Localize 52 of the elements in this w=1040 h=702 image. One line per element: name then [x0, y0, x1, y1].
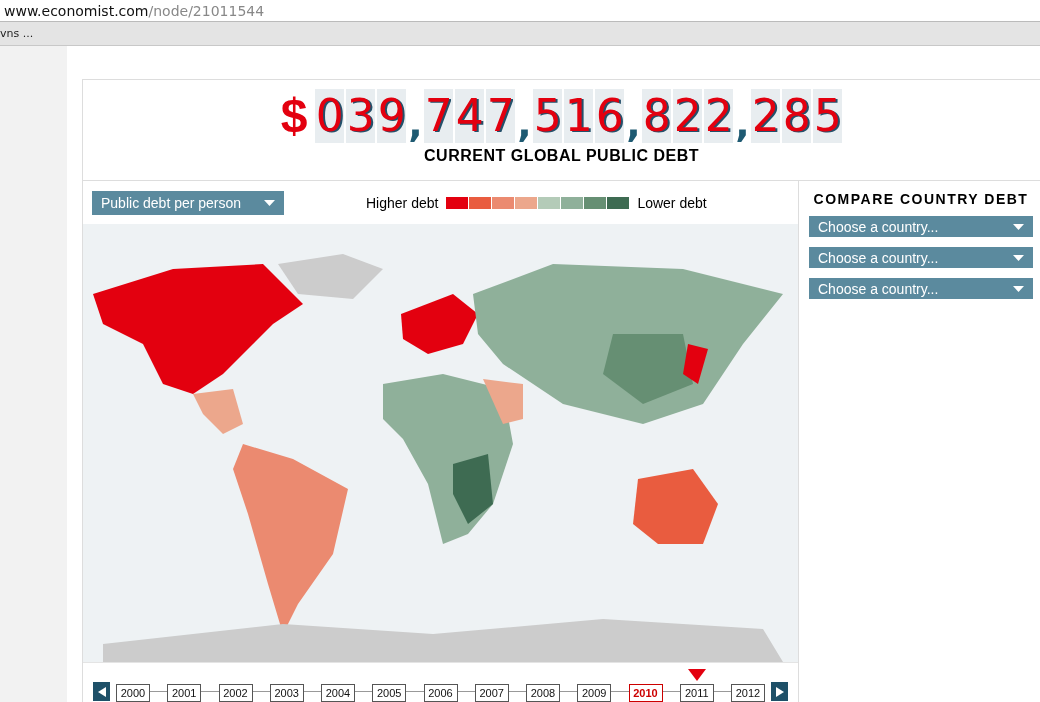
- counter-caption: CURRENT GLOBAL PUBLIC DEBT: [424, 147, 699, 165]
- counter-digit: 6: [595, 89, 625, 143]
- next-button[interactable]: [771, 682, 788, 701]
- measure-dropdown[interactable]: Public debt per person: [92, 190, 284, 215]
- year-button[interactable]: 2010: [628, 683, 663, 702]
- address-host: www.economist.com: [4, 2, 149, 19]
- year-button[interactable]: 2003: [269, 683, 304, 702]
- counter-digit: 5: [533, 89, 563, 143]
- legend-label: Higher debt: [366, 194, 439, 211]
- address-path: /node/21011544: [148, 2, 265, 19]
- year-button[interactable]: 2006: [423, 683, 458, 702]
- digit-separator: ,: [626, 105, 641, 143]
- country-dropdown[interactable]: Choose a country...: [809, 278, 1033, 299]
- digit-separator: ,: [735, 105, 750, 143]
- bookmark-item[interactable]: vns ...: [0, 27, 34, 40]
- compare-title: COMPARE COUNTRY DEBT: [812, 191, 1030, 207]
- counter-digit: 8: [642, 89, 672, 143]
- country-dropdown[interactable]: Choose a country...: [809, 216, 1033, 237]
- country-dropdown[interactable]: Choose a country...: [809, 247, 1033, 268]
- counter-digit: 5: [813, 89, 843, 143]
- year-button[interactable]: 2005: [372, 683, 407, 702]
- counter-digit: 3: [346, 89, 376, 143]
- year-button[interactable]: 2007: [474, 683, 509, 702]
- counter-digit: 1: [564, 89, 594, 143]
- year-button[interactable]: 2009: [577, 683, 612, 702]
- year-button[interactable]: 2004: [321, 683, 355, 702]
- digit-separator: ,: [408, 105, 423, 143]
- currency-sign: $: [280, 89, 308, 143]
- counter-digit: 2: [673, 89, 703, 143]
- digit-separator: ,: [517, 105, 532, 143]
- counter-digit: 7: [486, 89, 516, 143]
- caret-icon: [264, 199, 275, 206]
- caret-icon: [1013, 285, 1024, 292]
- right-arrow-icon: [775, 686, 784, 697]
- counter-digit: 0: [315, 89, 345, 143]
- year-button[interactable]: 2011: [679, 683, 714, 702]
- counter-digit: 7: [424, 89, 454, 143]
- year-button[interactable]: 2001: [167, 683, 202, 702]
- year-button[interactable]: 2000: [116, 683, 150, 702]
- counter-digit: 2: [751, 89, 781, 143]
- counter-digit: 9: [377, 89, 407, 143]
- counter-digit: 2: [704, 89, 734, 143]
- caret-icon: [1013, 254, 1024, 261]
- caret-icon: [1013, 223, 1024, 230]
- legend-label: Lower debt: [637, 194, 707, 211]
- year-button[interactable]: 2012: [731, 683, 765, 702]
- previous-button[interactable]: [93, 682, 110, 701]
- year-button[interactable]: 2008: [526, 683, 560, 702]
- counter-digit: 8: [782, 89, 812, 143]
- left-arrow-icon: [97, 686, 106, 697]
- year-button[interactable]: 2002: [218, 683, 253, 702]
- counter-digit: 4: [455, 89, 485, 143]
